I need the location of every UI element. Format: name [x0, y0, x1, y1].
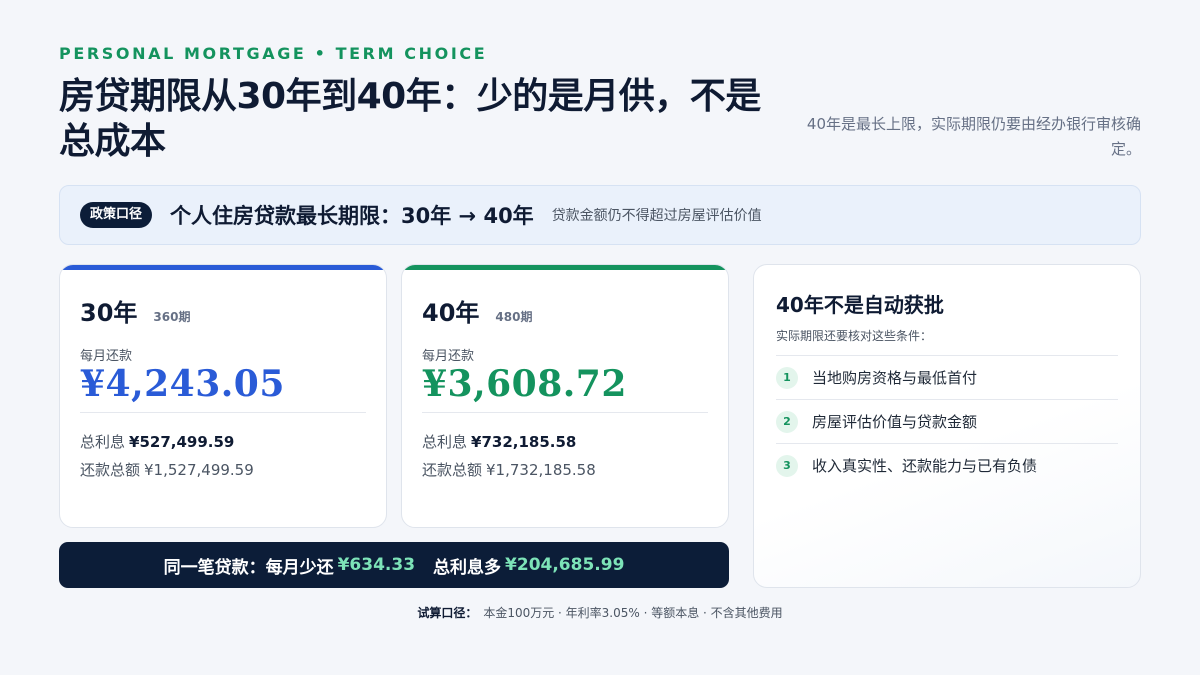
card-accent-line [402, 265, 728, 270]
card-divider [422, 412, 708, 413]
card-accent-line [60, 265, 386, 270]
footnote-label: 试算口径： [417, 606, 478, 620]
condition-item: 1 当地购房资格与最低首付 [776, 355, 1118, 399]
condition-text: 房屋评估价值与贷款金额 [812, 413, 978, 431]
total-interest: 总利息 ¥527,499.59 [80, 431, 234, 452]
total-interest-value: ¥527,499.59 [129, 433, 235, 451]
approval-subtitle: 实际期限还要核对这些条件： [776, 329, 933, 343]
monthly-payment-amount: ¥3,608.72 [422, 363, 627, 405]
condition-text: 收入真实性、还款能力与已有负债 [812, 457, 1038, 475]
monthly-payment-label: 每月还款 [422, 349, 475, 364]
term-periods: 360期 [153, 310, 191, 324]
card-divider [80, 412, 366, 413]
monthly-savings-value: ¥634.33 [337, 555, 416, 575]
difference-summary-bar: 同一笔贷款：每月少还 ¥634.33 总利息多 ¥204,685.99 [59, 542, 729, 588]
policy-title: 个人住房贷款最长期限：30年 → 40年 [170, 204, 534, 228]
page-title: 房贷期限从30年到40年：少的是月供，不是总成本 [59, 76, 761, 162]
footnote-text: 本金100万元 · 年利率3.05% · 等额本息 · 不含其他费用 [483, 606, 783, 620]
condition-number-badge: 3 [776, 454, 798, 477]
difference-prefix: 同一笔贷款：每月少还 [163, 557, 334, 578]
condition-item: 3 收入真实性、还款能力与已有负债 [776, 443, 1118, 487]
term-header: 30年 360期 [80, 293, 190, 328]
total-repayment-value: ¥1,732,185.58 [486, 461, 596, 479]
condition-item: 2 房屋评估价值与贷款金额 [776, 399, 1118, 443]
monthly-payment-label: 每月还款 [80, 349, 133, 364]
total-interest-value: ¥732,185.58 [471, 433, 577, 451]
term-periods: 480期 [495, 310, 533, 324]
policy-subtitle: 贷款金额仍不得超过房屋评估价值 [551, 208, 762, 224]
term-years: 40年 [422, 299, 480, 327]
calculation-footnote: 试算口径： 本金100万元 · 年利率3.05% · 等额本息 · 不含其他费用 [0, 604, 1200, 621]
term-card-30: 30年 360期 每月还款 ¥4,243.05 总利息 ¥527,499.59 还… [59, 264, 387, 528]
extra-interest-value: ¥204,685.99 [505, 555, 625, 575]
total-repayment: 还款总额 ¥1,732,185.58 [422, 459, 596, 480]
total-interest: 总利息 ¥732,185.58 [422, 431, 576, 452]
condition-number-badge: 1 [776, 366, 798, 389]
approval-title: 40年不是自动获批 [776, 293, 944, 317]
total-repayment-label: 还款总额 [80, 461, 141, 479]
condition-list: 1 当地购房资格与最低首付 2 房屋评估价值与贷款金额 3 收入真实性、还款能力… [776, 355, 1118, 487]
term-card-40: 40年 480期 每月还款 ¥3,608.72 总利息 ¥732,185.58 还… [401, 264, 729, 528]
policy-banner: 政策口径 个人住房贷款最长期限：30年 → 40年 贷款金额仍不得超过房屋评估价… [59, 185, 1141, 245]
monthly-payment-amount: ¥4,243.05 [80, 363, 285, 405]
total-interest-label: 总利息 [80, 433, 126, 451]
extra-interest-label: 总利息多 [433, 557, 502, 578]
total-interest-label: 总利息 [422, 433, 468, 451]
policy-badge: 政策口径 [80, 202, 153, 228]
condition-text: 当地购房资格与最低首付 [812, 369, 978, 387]
total-repayment-value: ¥1,527,499.59 [144, 461, 254, 479]
total-repayment-label: 还款总额 [422, 461, 483, 479]
term-header: 40年 480期 [422, 293, 532, 328]
eyebrow-label: PERSONAL MORTGAGE • TERM CHOICE [59, 44, 488, 63]
total-repayment: 还款总额 ¥1,527,499.59 [80, 459, 254, 480]
condition-number-badge: 2 [776, 410, 798, 433]
approval-conditions-panel: 40年不是自动获批 实际期限还要核对这些条件： 1 当地购房资格与最低首付 2 … [753, 264, 1141, 588]
term-years: 30年 [80, 299, 138, 327]
side-note: 40年是最长上限，实际期限仍要由经办银行审核确定。 [806, 115, 1141, 158]
